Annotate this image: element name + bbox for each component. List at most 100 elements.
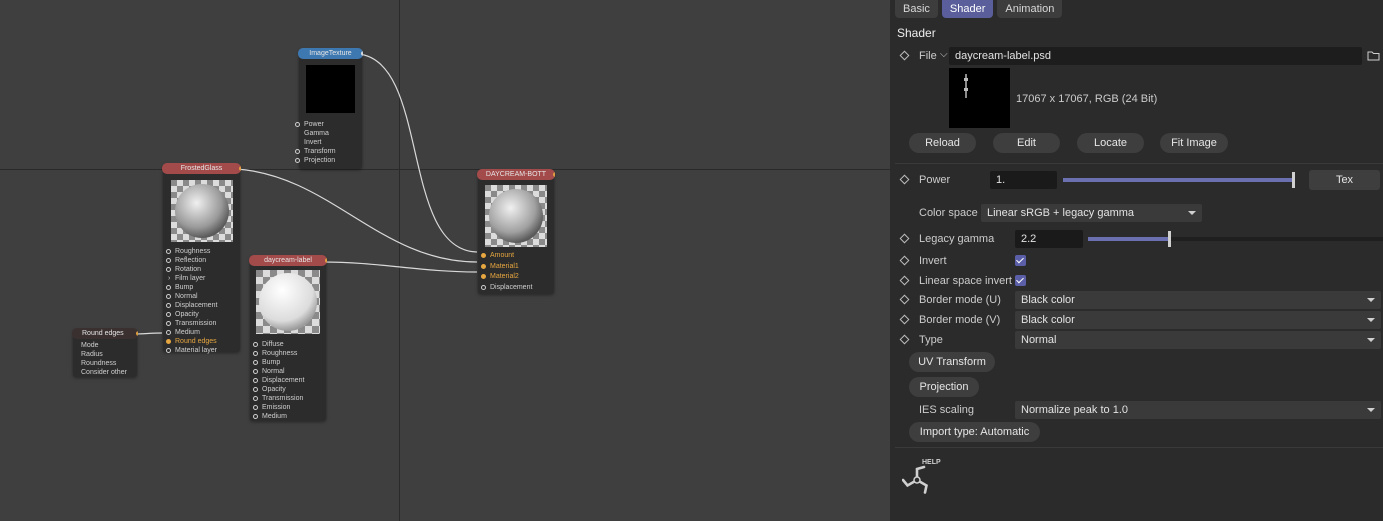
keyframe-diamond-icon[interactable] (899, 275, 910, 286)
node-daycream-label-title: daycream-label (264, 257, 312, 264)
node-daycream-label-pin[interactable]: Diffuse (253, 340, 326, 349)
chevron-right-icon[interactable]: › (168, 274, 170, 283)
invert-label: Invert (919, 255, 947, 267)
node-round-edges-pin[interactable]: Roundness (81, 359, 137, 368)
node-frosted-glass-pin[interactable]: Opacity (166, 310, 240, 319)
chevron-down-icon[interactable]: ⌵ (940, 49, 948, 60)
node-round-edges[interactable]: Round edges Mode Radius Roundness Consid… (72, 328, 138, 377)
node-round-edges-pin[interactable]: Mode (81, 341, 137, 350)
node-frosted-glass[interactable]: FrostedGlass Roughness Reflection Rotati… (162, 163, 241, 355)
keyframe-diamond-icon[interactable] (899, 294, 910, 305)
keyframe-diamond-icon[interactable] (899, 255, 910, 266)
node-daycream-label-pin[interactable]: Roughness (253, 349, 326, 358)
legacy-gamma-input[interactable]: 2.2 (1015, 230, 1083, 248)
node-image-texture-pin[interactable]: Gamma (295, 129, 362, 138)
fit-image-button[interactable]: Fit Image (1160, 133, 1228, 153)
type-select[interactable]: Normal (1015, 331, 1381, 349)
node-image-texture-pin[interactable]: Power (295, 120, 362, 129)
node-daycream-bott-preview (485, 185, 547, 247)
keyframe-diamond-icon[interactable] (899, 233, 910, 244)
node-daycream-label-header[interactable]: daycream-label (249, 255, 327, 266)
folder-icon[interactable] (1367, 50, 1380, 61)
node-image-texture-header[interactable]: ImageTexture (298, 48, 363, 59)
node-round-edges-pin[interactable]: Consider other (81, 368, 137, 377)
help-button[interactable]: HELP (902, 459, 946, 495)
node-frosted-glass-pin[interactable]: Bump (166, 283, 240, 292)
node-editor-canvas[interactable]: ImageTexture Power Gamma Invert Transfor… (0, 0, 890, 521)
keyframe-diamond-icon[interactable] (899, 314, 910, 325)
locate-button[interactable]: Locate (1077, 133, 1144, 153)
power-slider[interactable] (1063, 172, 1295, 188)
node-frosted-glass-pin[interactable]: Material layer (166, 346, 240, 355)
color-space-value: Linear sRGB + legacy gamma (987, 207, 1135, 219)
node-frosted-glass-pin[interactable]: Roughness (166, 247, 240, 256)
texture-preview-graphic (964, 74, 968, 98)
edit-button[interactable]: Edit (993, 133, 1060, 153)
node-image-texture-output-pin[interactable] (361, 51, 363, 56)
node-image-texture-pin[interactable]: Transform (295, 147, 362, 156)
node-round-edges-header[interactable]: Round edges (72, 328, 138, 339)
invert-checkbox[interactable] (1015, 255, 1026, 266)
node-frosted-glass-pin[interactable]: Rotation (166, 265, 240, 274)
color-space-select[interactable]: Linear sRGB + legacy gamma (981, 204, 1202, 222)
node-frosted-glass-header[interactable]: FrostedGlass (162, 163, 241, 174)
node-daycream-bott-pin-amount[interactable]: Amount (481, 251, 554, 262)
power-input[interactable]: 1. (990, 171, 1057, 189)
image-info: 17067 x 17067, RGB (24 Bit) (1016, 93, 1158, 105)
border-mode-v-select[interactable]: Black color (1015, 311, 1381, 329)
node-wires (132, 53, 478, 335)
node-frosted-glass-pin[interactable]: Displacement (166, 301, 240, 310)
node-image-texture-pin[interactable]: Projection (295, 156, 362, 165)
node-daycream-bott-title: DAYCREAM-BOTT (485, 171, 547, 178)
import-type-button[interactable]: Import type: Automatic (909, 422, 1040, 442)
node-daycream-label-pin[interactable]: Transmission (253, 394, 326, 403)
tab-basic[interactable]: Basic (895, 0, 938, 18)
node-image-texture-pin[interactable]: Invert (295, 138, 362, 147)
node-daycream-label-pin[interactable]: Normal (253, 367, 326, 376)
node-frosted-glass-pin-round-edges[interactable]: Round edges (166, 337, 240, 346)
node-daycream-label-pin[interactable]: Opacity (253, 385, 326, 394)
node-daycream-bott-output-pin[interactable] (553, 172, 555, 177)
node-frosted-glass-pin[interactable]: Medium (166, 328, 240, 337)
tex-button[interactable]: Tex (1309, 170, 1380, 190)
border-mode-v-label: Border mode (V) (919, 314, 1001, 326)
reload-button[interactable]: Reload (909, 133, 976, 153)
node-frosted-glass-pin[interactable]: Reflection (166, 256, 240, 265)
node-daycream-label-pin[interactable]: Emission (253, 403, 326, 412)
node-frosted-glass-preview (170, 180, 233, 242)
node-frosted-glass-output-pin[interactable] (239, 166, 241, 171)
ies-scaling-value: Normalize peak to 1.0 (1021, 404, 1128, 416)
file-path-input[interactable]: daycream-label.psd (949, 47, 1362, 65)
node-image-texture[interactable]: ImageTexture Power Gamma Invert Transfor… (295, 48, 363, 169)
power-slider-knob[interactable] (1292, 172, 1295, 188)
node-daycream-label[interactable]: daycream-label Diffuse Roughness Bump No… (249, 255, 327, 421)
legacy-gamma-slider-knob[interactable] (1167, 231, 1171, 247)
border-mode-u-select[interactable]: Black color (1015, 291, 1381, 309)
linear-space-invert-checkbox[interactable] (1015, 275, 1026, 286)
node-frosted-glass-pin[interactable]: › Film layer (166, 274, 240, 283)
node-daycream-bott[interactable]: DAYCREAM-BOTT Amount Material1 Material2… (477, 169, 555, 294)
node-round-edges-pin[interactable]: Radius (81, 350, 137, 359)
node-frosted-glass-pin[interactable]: Transmission (166, 319, 240, 328)
node-daycream-label-pin[interactable]: Displacement (253, 376, 326, 385)
legacy-gamma-slider[interactable] (1088, 231, 1383, 247)
node-daycream-bott-pin-material1[interactable]: Material1 (481, 262, 554, 273)
node-daycream-bott-pin-displacement[interactable]: Displacement (481, 283, 554, 294)
uv-transform-button[interactable]: UV Transform (909, 352, 995, 372)
node-frosted-glass-pin[interactable]: Normal (166, 292, 240, 301)
tab-animation[interactable]: Animation (997, 0, 1063, 18)
projection-button[interactable]: Projection (909, 377, 979, 397)
keyframe-diamond-icon[interactable] (899, 50, 910, 61)
node-daycream-label-preview (256, 270, 320, 334)
node-daycream-bott-pin-material2[interactable]: Material2 (481, 272, 554, 283)
ies-scaling-select[interactable]: Normalize peak to 1.0 (1015, 401, 1381, 419)
node-daycream-bott-header[interactable]: DAYCREAM-BOTT (477, 169, 555, 180)
tab-shader[interactable]: Shader (941, 0, 994, 18)
node-daycream-label-pin[interactable]: Medium (253, 412, 326, 421)
node-daycream-label-output-pin[interactable] (325, 258, 327, 263)
wire-daycreamlabel-material2 (321, 261, 478, 273)
node-daycream-label-pin[interactable]: Bump (253, 358, 326, 367)
keyframe-diamond-icon[interactable] (899, 174, 910, 185)
node-round-edges-output-pin[interactable] (136, 331, 138, 336)
keyframe-diamond-icon[interactable] (899, 334, 910, 345)
